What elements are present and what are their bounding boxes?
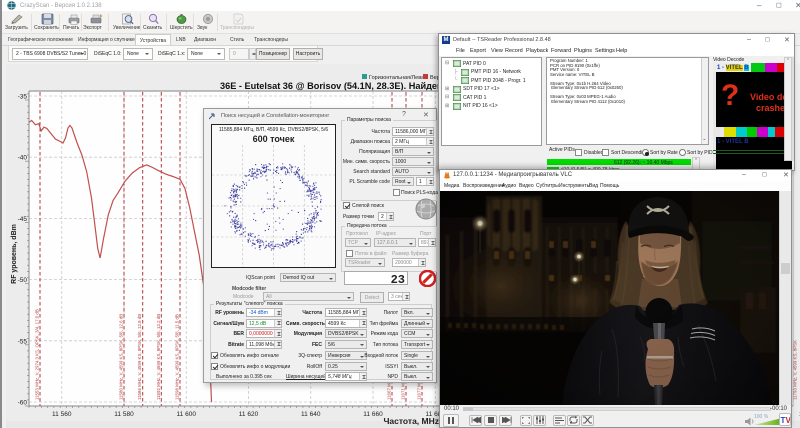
svg-text:-45: -45 bbox=[18, 216, 28, 223]
svg-text:-50: -50 bbox=[18, 277, 28, 284]
svg-text:11598 MHz, V, 4599 KS, 8PSK, 5: 11598 MHz, V, 4599 KS, 8PSK, 5/6, 11.5 d… bbox=[175, 314, 180, 400]
svg-text:-55: -55 bbox=[18, 338, 28, 345]
svg-text:11793 MHz, V, 4599 KS, 8PSK: 11793 MHz, V, 4599 KS, 8PSK bbox=[793, 340, 798, 400]
svg-text:11 600: 11 600 bbox=[177, 411, 197, 418]
svg-text:11 660: 11 660 bbox=[363, 411, 383, 418]
svg-text:11586 MHz, V, 4599 KS, 8PSK, 5: 11586 MHz, V, 4599 KS, 8PSK, 5/6, 12.8 d… bbox=[137, 314, 142, 400]
svg-text:-40: -40 bbox=[18, 155, 28, 162]
svg-text:11 640: 11 640 bbox=[301, 411, 321, 418]
svg-text:11 620: 11 620 bbox=[239, 411, 259, 418]
svg-text:11580 MHz, V, 4599 KS, 8PSK, 5: 11580 MHz, V, 4599 KS, 8PSK, 5/6, 12.6 d… bbox=[119, 314, 124, 400]
svg-text:11 580: 11 580 bbox=[114, 411, 134, 418]
svg-text:-60: -60 bbox=[18, 400, 28, 407]
svg-text:RF уровень, dBm: RF уровень, dBm bbox=[11, 224, 18, 284]
svg-text:11 560: 11 560 bbox=[52, 411, 72, 418]
svg-text:11553 MHz, V, 2974.3 KS, QPSK,: 11553 MHz, V, 2974.3 KS, QPSK, 3/4, 17.0… bbox=[35, 309, 40, 400]
svg-text:Частота, MHz: Частота, MHz bbox=[383, 416, 439, 426]
svg-text:-35: -35 bbox=[18, 94, 28, 101]
svg-text:11592 MHz, V, 4599 KS, 8PSK, 5: 11592 MHz, V, 4599 KS, 8PSK, 5/6, 12.2 d… bbox=[156, 314, 161, 400]
